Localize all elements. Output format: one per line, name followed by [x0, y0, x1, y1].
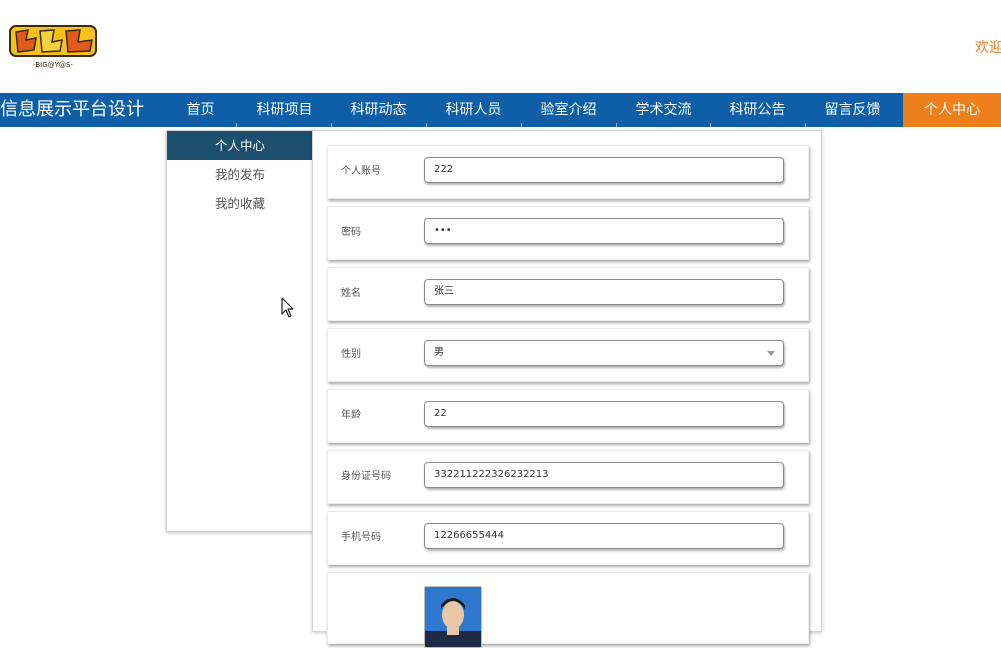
age-label: 年龄: [341, 410, 361, 421]
nav-home[interactable]: 首页: [153, 93, 248, 127]
gender-value: 男: [434, 347, 444, 358]
phone-label: 手机号码: [341, 532, 381, 543]
nav-divider: [521, 123, 522, 127]
chevron-down-icon: [767, 351, 775, 356]
nav-personal-center[interactable]: 个人中心: [903, 93, 1001, 127]
password-label: 密码: [341, 227, 361, 238]
gender-label: 性别: [341, 349, 361, 360]
phone-input[interactable]: 12266655444: [424, 523, 784, 549]
account-label: 个人账号: [341, 166, 381, 177]
logo-image: -BIG@Y@S-: [9, 25, 97, 69]
form-row-photo: [327, 572, 809, 648]
site-title: 信息展示平台设计: [0, 99, 144, 120]
nav-divider: [616, 123, 617, 127]
avatar[interactable]: [424, 586, 482, 648]
nav-academic-exchange[interactable]: 学术交流: [616, 93, 711, 127]
nav-lab-intro[interactable]: 验室介绍: [521, 93, 616, 127]
password-input[interactable]: •••: [424, 218, 784, 244]
id-number-label: 身份证号码: [341, 471, 391, 482]
sidebar-item-my-posts[interactable]: 我的发布: [167, 160, 313, 189]
nav-divider: [236, 123, 237, 127]
name-input[interactable]: 张三: [424, 279, 784, 305]
nav-research-projects[interactable]: 科研项目: [237, 93, 332, 127]
form-row-name: 姓名 张三: [327, 267, 809, 321]
nav-researchers[interactable]: 科研人员: [426, 93, 521, 127]
form-row-password: 密码 •••: [327, 206, 809, 260]
sidebar-menu: 个人中心 我的发布 我的收藏: [166, 130, 314, 532]
name-label: 姓名: [341, 288, 361, 299]
nav-divider: [710, 123, 711, 127]
form-row-gender: 性别 男: [327, 328, 809, 382]
sidebar-item-my-favorites[interactable]: 我的收藏: [167, 189, 313, 218]
welcome-text: 欢迎: [975, 40, 1001, 56]
mouse-cursor-icon: [281, 297, 294, 318]
id-number-input[interactable]: 332211222326232213: [424, 462, 784, 488]
top-header: -BIG@Y@S- 欢迎: [0, 0, 1001, 93]
nav-research-news[interactable]: 科研动态: [331, 93, 426, 127]
svg-text:-BIG@Y@S-: -BIG@Y@S-: [33, 61, 73, 69]
form-row-id-number: 身份证号码 332211222326232213: [327, 450, 809, 504]
profile-form-panel: 个人账号 222 密码 ••• 姓名 张三 性别 男 年龄 22 身份证号码 3…: [312, 130, 822, 648]
sidebar-item-personal-center[interactable]: 个人中心: [167, 131, 313, 160]
nav-feedback[interactable]: 留言反馈: [805, 93, 900, 127]
age-input[interactable]: 22: [424, 401, 784, 427]
gender-select[interactable]: 男: [424, 340, 784, 366]
avatar-photo: [425, 587, 481, 647]
nav-announcements[interactable]: 科研公告: [710, 93, 805, 127]
form-row-account: 个人账号 222: [327, 145, 809, 199]
form-row-phone: 手机号码 12266655444: [327, 511, 809, 565]
account-input[interactable]: 222: [424, 157, 784, 183]
form-row-age: 年龄 22: [327, 389, 809, 443]
main-nav: 信息展示平台设计 首页 科研项目 科研动态 科研人员 验室介绍 学术交流 科研公…: [0, 93, 1001, 127]
nav-divider: [805, 123, 806, 127]
nav-divider: [426, 123, 427, 127]
nav-divider: [331, 123, 332, 127]
